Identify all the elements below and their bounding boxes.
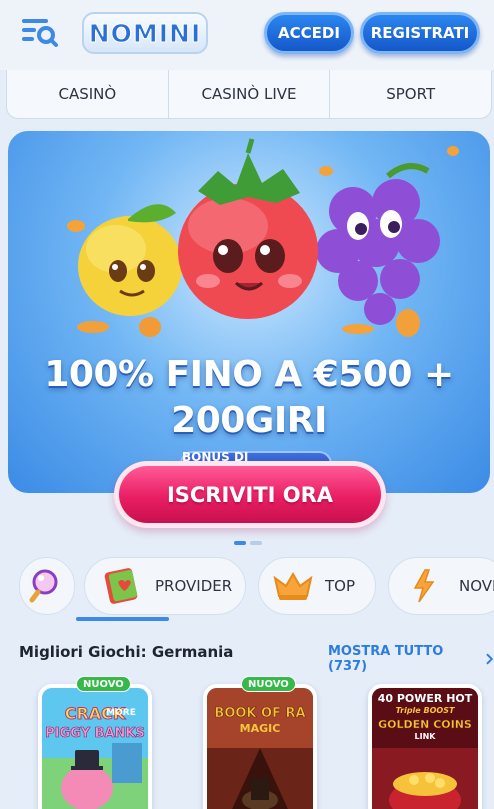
- menu-search-icon[interactable]: [20, 16, 60, 50]
- game-title-line-4: LINK: [414, 732, 436, 741]
- section-title: Migliori Giochi: Germania: [19, 643, 234, 661]
- magnifier-icon[interactable]: [19, 557, 75, 615]
- carousel-dots: [234, 541, 262, 545]
- category-novi[interactable]: NOVI: [388, 557, 494, 615]
- crown-icon: [273, 572, 313, 600]
- carousel-dot-2[interactable]: [250, 541, 262, 545]
- game-card-book-of-ra-magic[interactable]: BOOK OF RA MAGIC: [203, 684, 317, 809]
- bonus-headline: 100% FINO A €500 + 200GIRI: [8, 352, 490, 444]
- lightning-icon: [413, 569, 435, 603]
- headline-line-1: 100% FINO A €500 +: [44, 354, 454, 395]
- active-category-indicator: [76, 617, 169, 621]
- register-button[interactable]: REGISTRATI: [360, 12, 480, 54]
- game-title-line-3: GOLDEN COINS: [378, 718, 472, 731]
- chevron-right-icon: [486, 653, 494, 665]
- logo[interactable]: NOMINI: [82, 12, 208, 54]
- signup-now-label: ISCRIVITI ORA: [119, 466, 381, 523]
- category-novi-label: NOVI: [459, 577, 494, 595]
- game-title-line-2: Triple BOOST: [395, 706, 455, 715]
- tab-sport[interactable]: SPORT: [330, 70, 491, 118]
- category-top[interactable]: TOP: [258, 557, 376, 615]
- show-all-link[interactable]: MOSTRA TUTTO (737): [328, 644, 494, 674]
- game-title-line-1: BOOK OF RA: [214, 706, 306, 722]
- login-button[interactable]: ACCEDI: [264, 12, 354, 54]
- game-title-line-3: PIGGY BANKS: [45, 726, 145, 742]
- new-badge: NUOVO: [241, 676, 296, 692]
- book-icon: [104, 568, 138, 604]
- category-provider[interactable]: PROVIDER: [84, 557, 246, 615]
- game-title-line-1: 40 POWER HOT: [377, 692, 473, 705]
- category-provider-label: PROVIDER: [155, 577, 233, 595]
- game-card-40-power-hot-golden-coins[interactable]: 40 POWER HOT Triple BOOST GOLDEN COINS L…: [368, 684, 482, 809]
- show-all-label: MOSTRA TUTTO (737): [328, 644, 444, 674]
- main-nav: CASINÒ CASINÒ LIVE SPORT: [6, 70, 492, 119]
- game-title-line-2: MAGIC: [239, 722, 281, 735]
- tab-casino-live[interactable]: CASINÒ LIVE: [169, 70, 331, 118]
- signup-now-button[interactable]: ISCRIVITI ORA: [114, 461, 386, 528]
- game-card-crack-more-piggy-banks[interactable]: CRACK MORE PIGGY BANKS: [38, 684, 152, 809]
- new-badge: NUOVO: [76, 676, 131, 692]
- header: NOMINI ACCEDI REGISTRATI: [0, 0, 494, 70]
- game-title-line-2: MORE: [106, 708, 136, 718]
- tab-casino[interactable]: CASINÒ: [7, 70, 169, 118]
- headline-line-2: 200GIRI: [171, 400, 327, 441]
- logo-text: NOMINI: [88, 18, 202, 48]
- category-row: PROVIDER TOP NOVI: [0, 554, 494, 624]
- carousel-dot-1[interactable]: [234, 541, 246, 545]
- category-top-label: TOP: [325, 577, 356, 595]
